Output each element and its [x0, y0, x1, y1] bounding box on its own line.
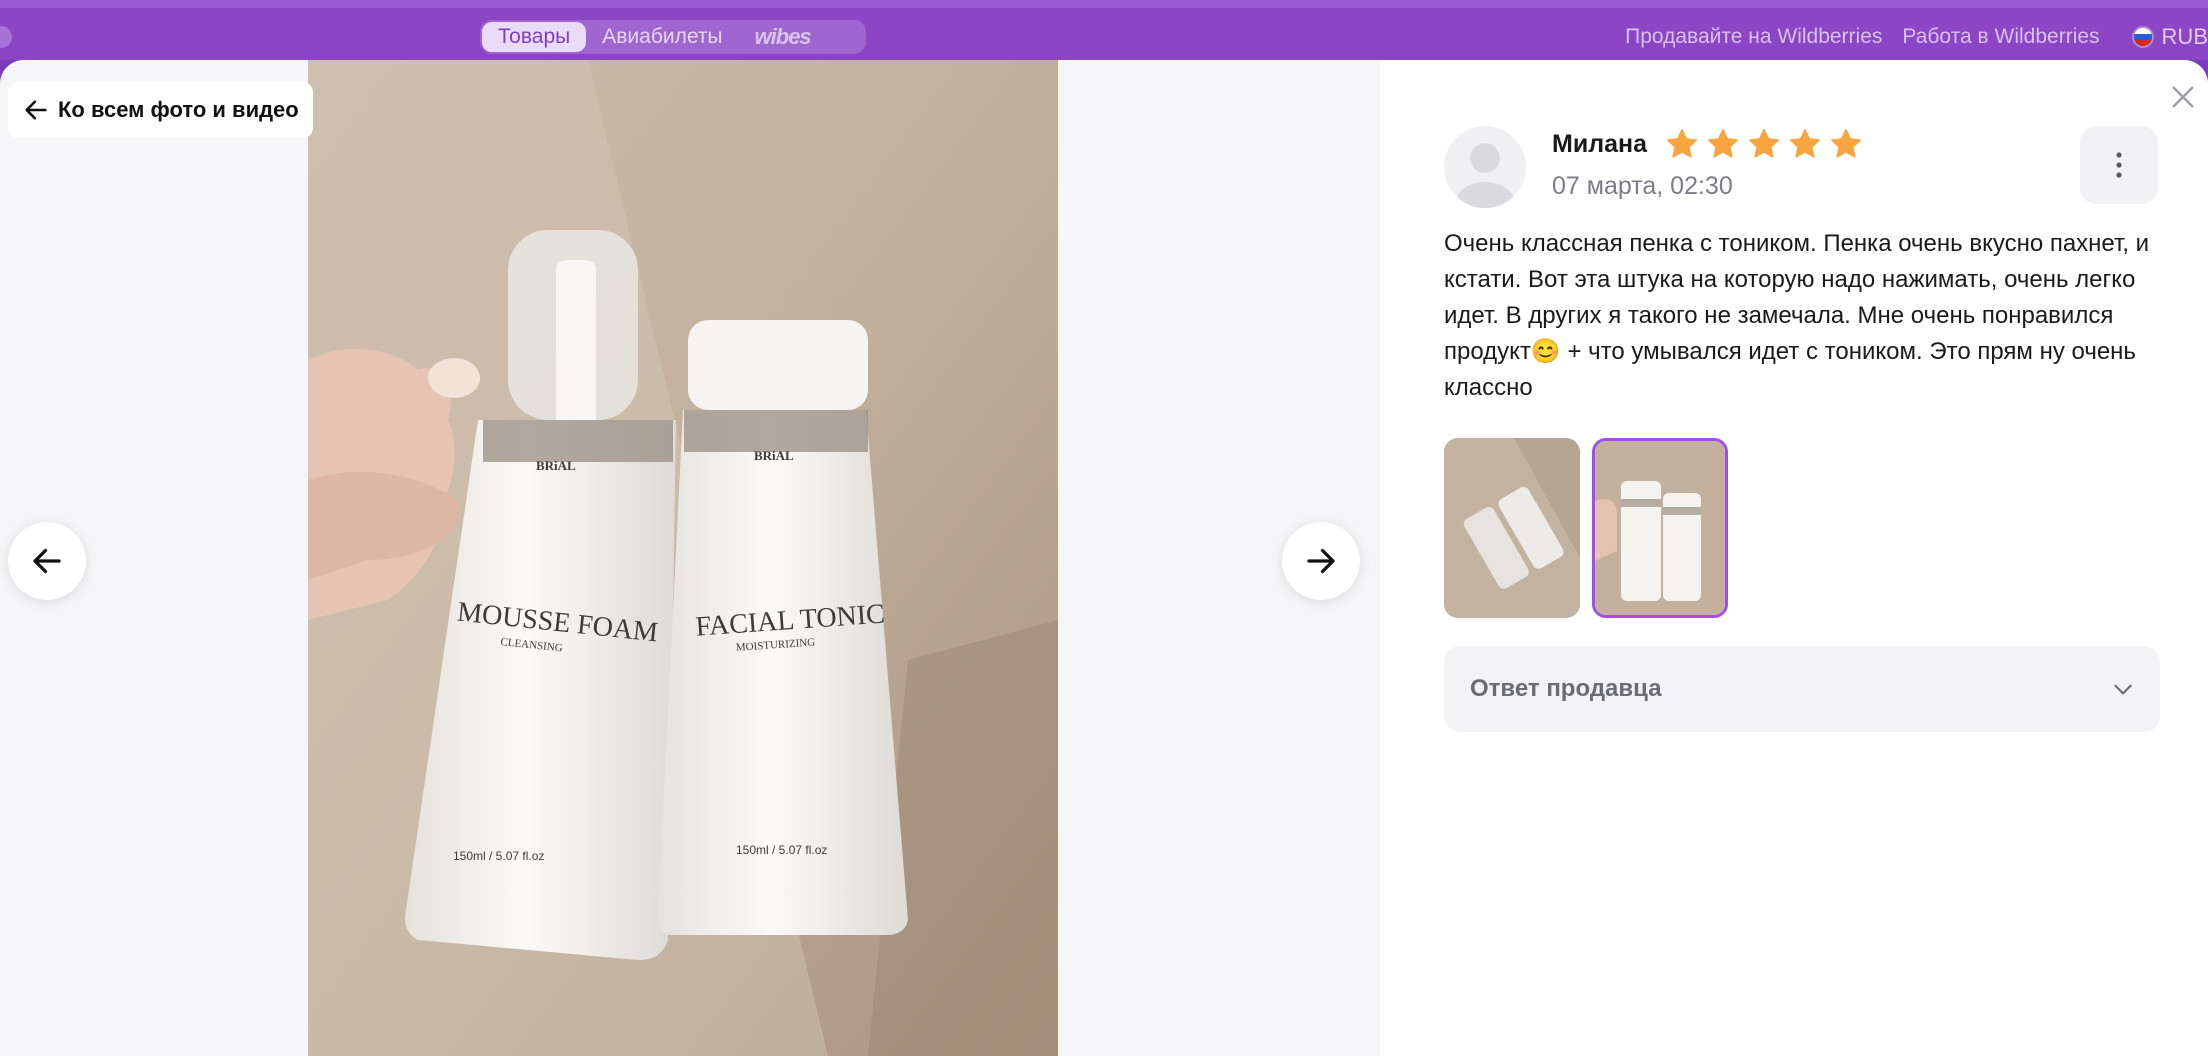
arrow-right-icon: [1307, 548, 1335, 574]
service-tabs: Товары Авиабилеты wibes: [480, 20, 866, 54]
back-button-label: Ко всем фото и видео: [58, 97, 299, 122]
star-icon: [1667, 129, 1697, 158]
back-to-all-media-button[interactable]: Ко всем фото и видео: [8, 82, 313, 138]
review-text: Очень классная пенка с тоником. Пенка оч…: [1444, 230, 2150, 401]
next-photo-button[interactable]: [1282, 522, 1360, 600]
rating-stars: [1664, 126, 1869, 162]
review-thumbnails: [1444, 438, 1740, 618]
thumbnail-image: [1444, 438, 1580, 618]
currency-selector[interactable]: RUB: [2131, 24, 2208, 50]
thumbnail-photo-1[interactable]: [1444, 438, 1580, 618]
avatar: [1444, 126, 1526, 208]
tab-goods[interactable]: Товары: [482, 22, 587, 52]
review-photo: BRiAL MOUSSE FOAM CLEANSING 150ml / 5.07…: [308, 60, 1058, 1056]
volume-label-2: 150ml / 5.07 fl.oz: [736, 843, 827, 857]
brand-label-2: BRiAL: [754, 448, 794, 463]
top-bar-stripe: [0, 0, 2208, 8]
star-icon: [1790, 129, 1820, 158]
top-bar: Товары Авиабилеты wibes Продавайте на Wi…: [0, 0, 2208, 60]
review-panel: Милана 07 марта, 02:30 Очень классная пе…: [1380, 60, 2208, 1056]
currency-label: RUB: [2161, 24, 2208, 49]
review-date: 07 марта, 02:30: [1552, 172, 1733, 200]
previous-photo-button[interactable]: [8, 522, 86, 600]
review-media-modal: BRiAL MOUSSE FOAM CLEANSING 150ml / 5.07…: [0, 60, 2208, 1056]
close-button[interactable]: [2166, 80, 2200, 114]
more-vertical-icon: [2116, 152, 2122, 178]
corner-icon: [0, 26, 12, 48]
seller-reply-label: Ответ продавца: [1470, 675, 1662, 702]
star-icon: [1708, 129, 1738, 158]
brand-label-1: BRiAL: [536, 458, 576, 473]
sell-link[interactable]: Продавайте на Wildberries: [1625, 25, 1882, 49]
user-icon: [1455, 143, 1515, 208]
review-author: Милана: [1552, 130, 1647, 158]
tab-flights[interactable]: Авиабилеты: [586, 22, 738, 52]
arrow-left-icon: [25, 100, 47, 120]
top-links: Продавайте на Wildberries Работа в Wildb…: [1605, 24, 2208, 50]
chevron-down-icon: [2114, 684, 2132, 695]
star-icon: [1831, 129, 1861, 158]
volume-label-1: 150ml / 5.07 fl.oz: [453, 849, 544, 863]
tab-wibes[interactable]: wibes: [739, 22, 827, 52]
seller-reply-accordion[interactable]: Ответ продавца: [1444, 646, 2160, 732]
star-icon: [1749, 129, 1779, 158]
jobs-link[interactable]: Работа в Wildberries: [1902, 25, 2099, 49]
more-options-button[interactable]: [2080, 126, 2158, 204]
thumbnail-photo-2[interactable]: [1592, 438, 1728, 618]
arrow-left-icon: [33, 548, 61, 574]
photo-viewer: BRiAL MOUSSE FOAM CLEANSING 150ml / 5.07…: [0, 60, 1380, 1056]
flag-icon: [2131, 26, 2154, 48]
product-photo-image: BRiAL MOUSSE FOAM CLEANSING 150ml / 5.07…: [308, 60, 1058, 1056]
thumbnail-image: [1595, 441, 1725, 615]
close-icon: [2172, 86, 2194, 108]
